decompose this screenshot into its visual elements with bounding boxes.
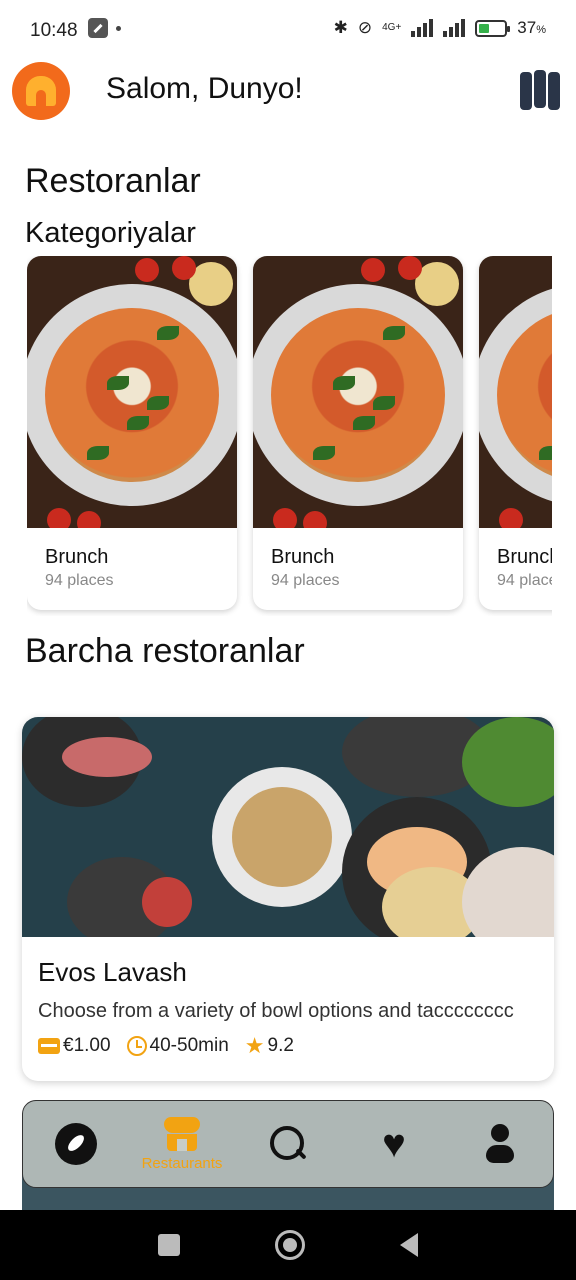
status-bar: 10:48 ✱ ⊘ 4G+ 37%	[0, 0, 576, 62]
nav-profile[interactable]	[450, 1104, 550, 1184]
star-icon: ★	[244, 1033, 265, 1058]
system-navigation-bar	[0, 1210, 576, 1280]
heart-icon: ♥	[382, 1122, 406, 1166]
category-count: 94 places	[497, 572, 552, 589]
categories-title: Kategoriyalar	[25, 217, 196, 249]
battery-percent: 37%	[517, 18, 546, 37]
category-name: Brunch	[45, 546, 109, 568]
nav-search[interactable]	[238, 1104, 338, 1184]
map-icon[interactable]	[520, 70, 560, 110]
category-card[interactable]: Brunch 94 places	[253, 256, 463, 610]
clock-icon	[126, 1036, 147, 1056]
notification-dot-icon	[116, 25, 121, 31]
greeting-text: Salom, Dunyo!	[106, 72, 303, 105]
category-card[interactable]: Brunch 94 places	[27, 256, 237, 610]
restaurant-card[interactable]: Evos Lavash Choose from a variety of bow…	[22, 717, 554, 1081]
category-image	[479, 256, 552, 528]
signal-2-icon	[443, 19, 466, 37]
app-logo[interactable]	[12, 62, 70, 120]
nav-restaurants[interactable]: Restaurants	[132, 1104, 232, 1184]
nav-restaurants-label: Restaurants	[141, 1154, 223, 1172]
home-button[interactable]	[274, 1230, 305, 1260]
restaurant-meta: €1.00 40-50min ★ 9.2	[38, 1035, 538, 1057]
restaurant-time: 40-50min	[149, 1035, 229, 1056]
nav-favorites[interactable]: ♥	[344, 1104, 444, 1184]
category-image	[253, 256, 463, 528]
app-header: Salom, Dunyo!	[0, 62, 576, 124]
category-name: Brunch	[497, 546, 552, 568]
restaurant-image	[22, 717, 554, 937]
status-left-icons	[88, 18, 121, 38]
signal-icon	[411, 19, 434, 37]
back-button[interactable]	[400, 1233, 419, 1257]
status-time: 10:48	[30, 20, 78, 41]
store-icon	[164, 1116, 200, 1151]
page-title: Restoranlar	[25, 162, 201, 200]
home-icon	[26, 76, 56, 106]
category-count: 94 places	[45, 572, 114, 589]
person-icon	[485, 1124, 515, 1164]
recents-button[interactable]	[157, 1234, 180, 1256]
restaurant-name: Evos Lavash	[38, 957, 187, 987]
category-count: 94 places	[271, 572, 340, 589]
link-icon: ⊘	[357, 18, 373, 37]
search-icon	[268, 1124, 308, 1164]
restaurant-description: Choose from a variety of bowl options an…	[38, 1000, 514, 1022]
category-card[interactable]: Brunch 94 places	[479, 256, 552, 610]
all-restaurants-title: Barcha restoranlar	[25, 632, 305, 670]
compass-icon	[55, 1123, 97, 1165]
wrench-icon	[88, 18, 108, 38]
bottom-navigation: Restaurants ♥	[22, 1100, 554, 1188]
category-name: Brunch	[271, 546, 335, 568]
restaurant-rating: 9.2	[267, 1035, 294, 1056]
battery-icon	[475, 19, 511, 37]
category-image	[27, 256, 237, 528]
categories-carousel[interactable]: Brunch 94 places Brunch 94 places Brunc …	[27, 256, 552, 616]
status-right: ✱ ⊘ 4G+ 37%	[334, 18, 546, 38]
restaurant-price: €1.00	[63, 1035, 111, 1056]
network-type: 4G+	[382, 22, 402, 33]
wallet-icon	[38, 1038, 60, 1054]
bluetooth-icon: ✱	[333, 18, 348, 37]
nav-explore[interactable]	[26, 1104, 126, 1184]
